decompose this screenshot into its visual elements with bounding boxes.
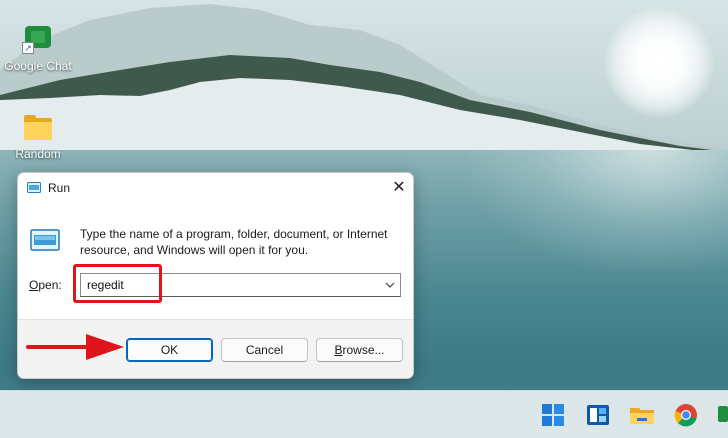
browse-button[interactable]: Browse... [316,338,403,362]
browse-accelerator: B [334,343,343,357]
folder-icon [22,112,54,144]
open-label: Open: [29,278,62,292]
start-icon[interactable] [539,401,567,429]
cancel-button[interactable]: Cancel [221,338,308,362]
desktop-icon-label: Random [15,147,61,161]
wallpaper-lake-shine [470,150,728,270]
run-dialog-title: Run [48,181,71,195]
open-label-accelerator: O [29,278,39,292]
browse-label: rowse... [342,343,385,357]
file-explorer-icon[interactable] [628,401,656,429]
desktop-icon-google-chat[interactable]: ↗ Google Chat [0,24,78,73]
chevron-down-icon[interactable] [383,279,397,291]
close-icon: ✕ [392,179,406,196]
chrome-icon[interactable] [672,401,700,429]
google-chat-icon[interactable] [716,401,728,429]
ok-button[interactable]: OK [126,338,213,362]
annotation-highlight-box [73,264,162,303]
run-app-icon [27,182,41,193]
taskbar [0,390,728,438]
run-instructions: Type the name of a program, folder, docu… [80,227,388,257]
widgets-icon[interactable] [584,401,612,429]
run-program-icon [30,229,60,251]
wallpaper-mountains [0,4,728,170]
desktop-icon-label: Google Chat [4,59,72,73]
open-label-text: pen: [38,278,62,292]
run-dialog-titlebar[interactable]: Run ✕ [18,173,413,203]
desktop-icon-random[interactable]: Random [0,112,78,161]
shortcut-arrow-icon: ↗ [22,42,34,54]
google-chat-icon: ↗ [22,24,54,56]
annotation-arrow-icon [26,334,124,360]
close-button[interactable]: ✕ [386,175,412,201]
